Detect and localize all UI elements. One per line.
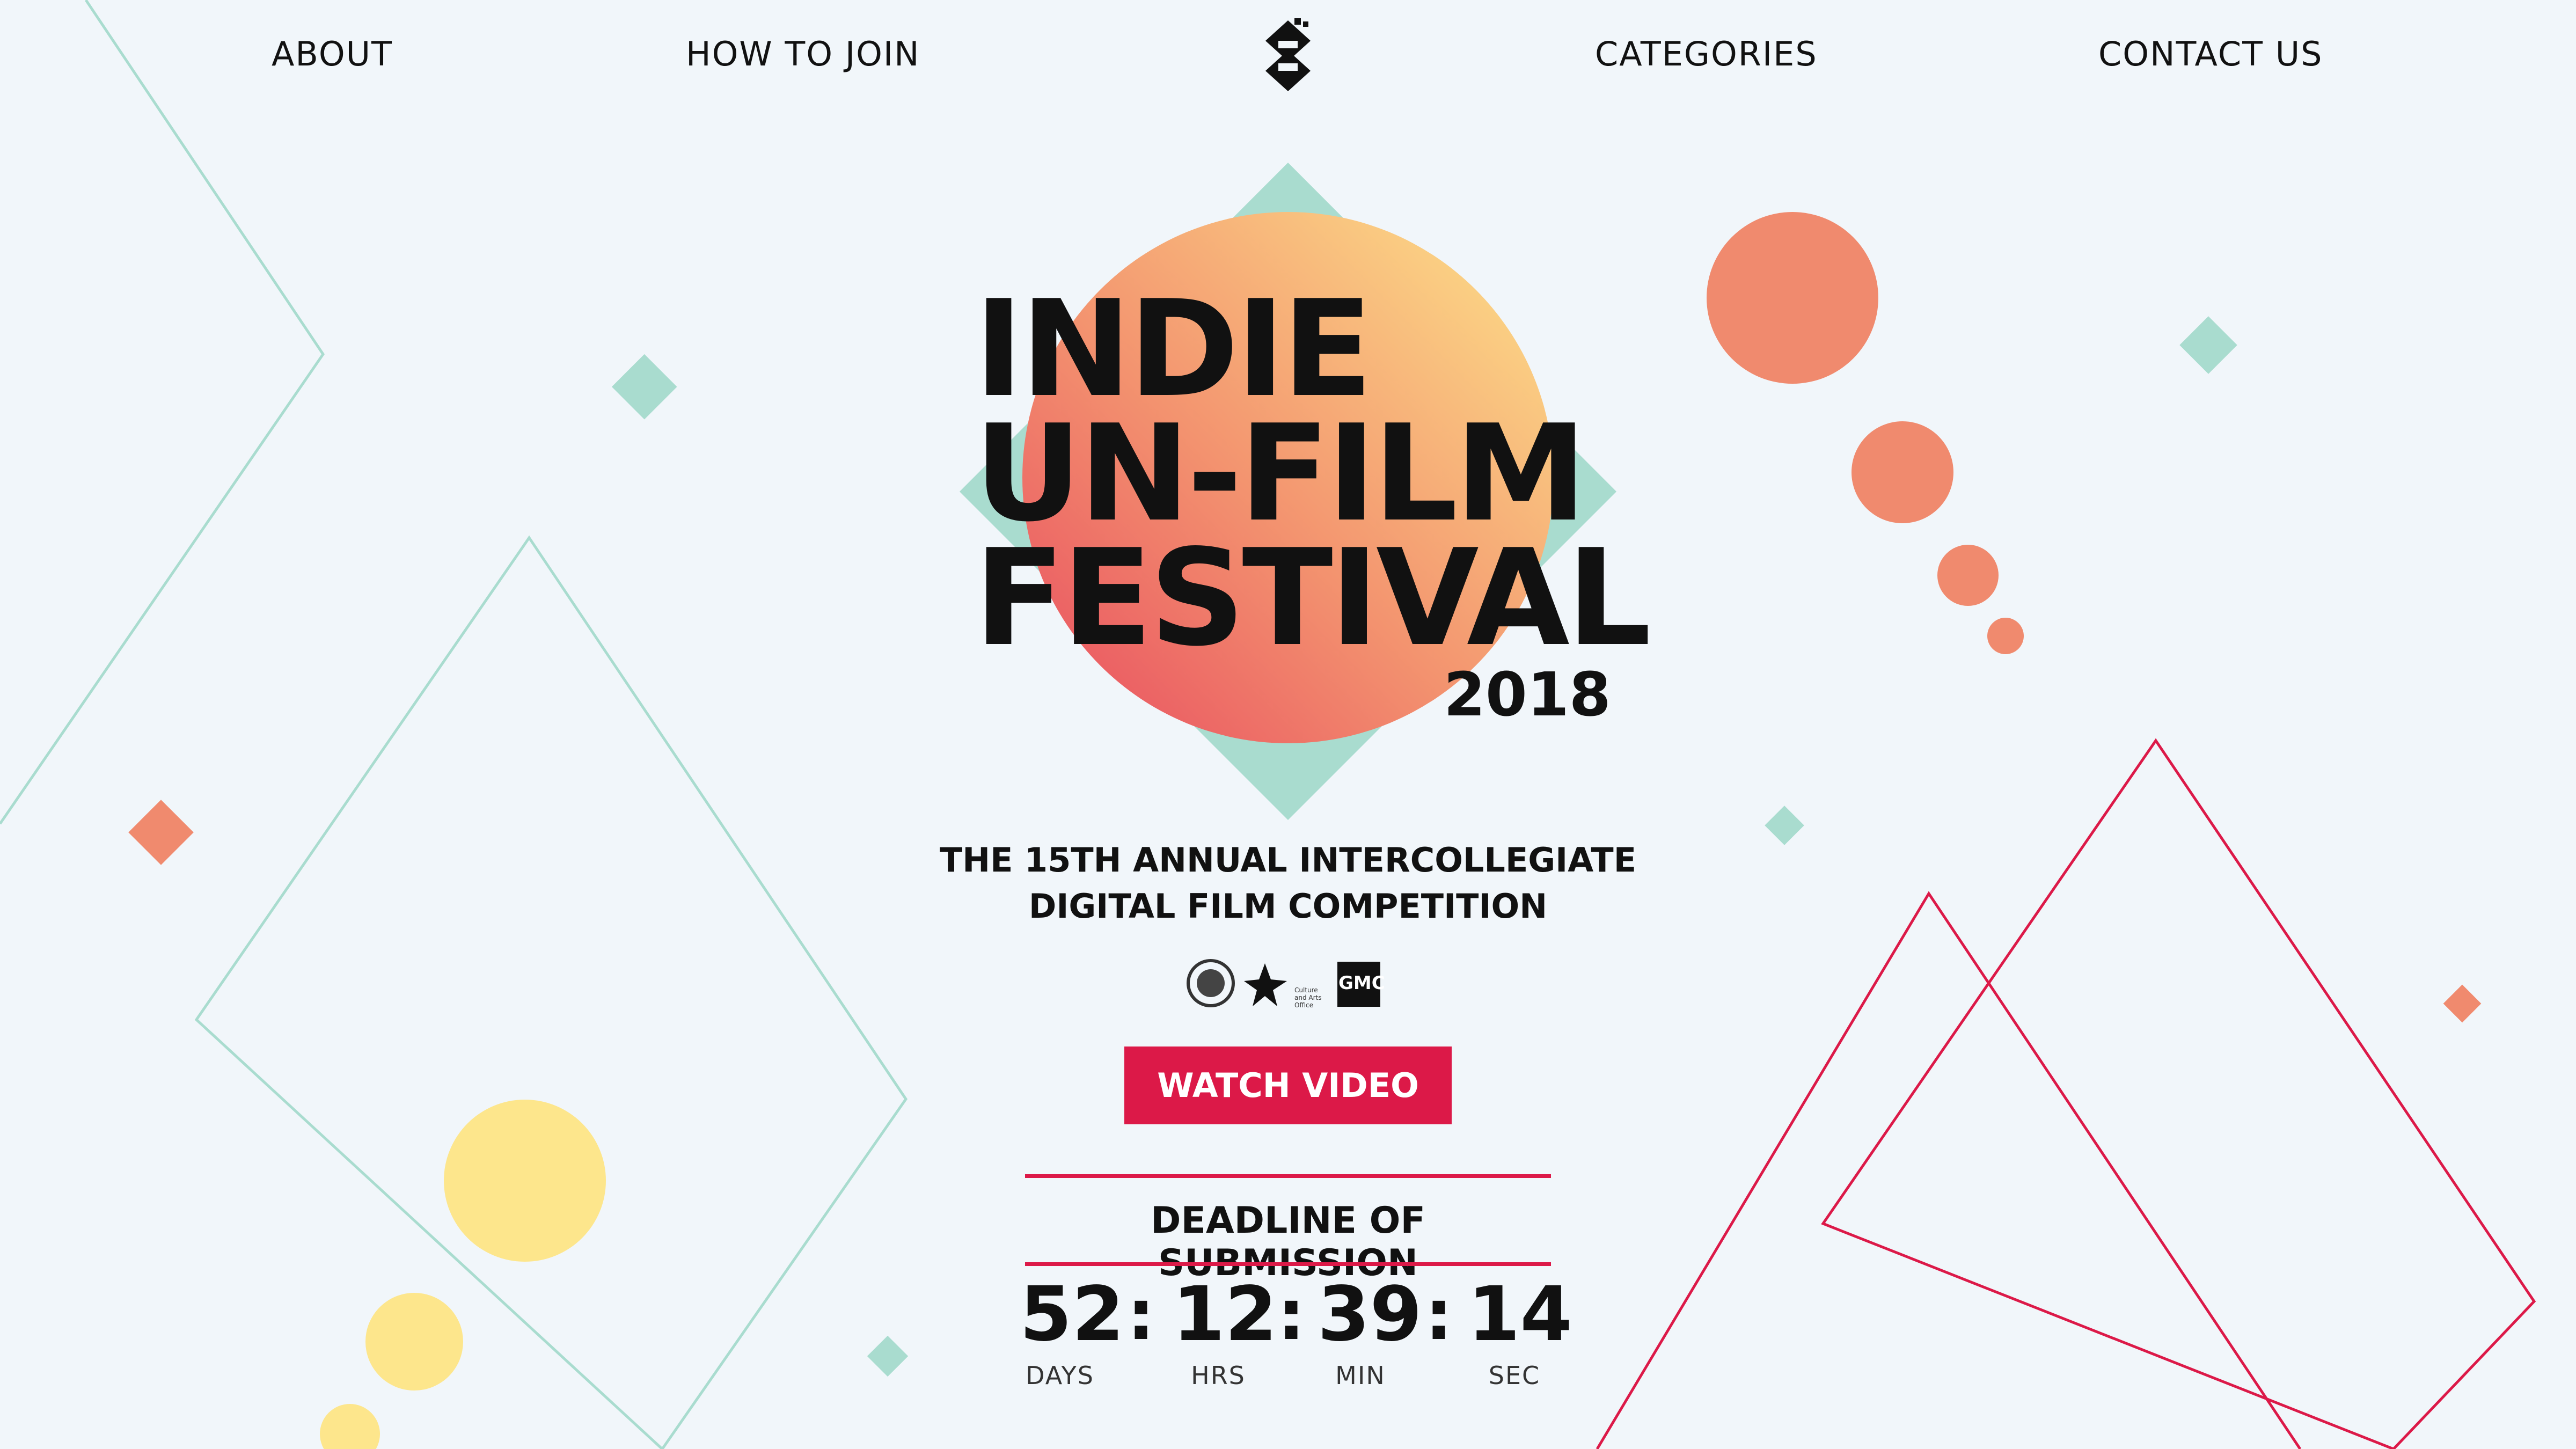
small-diamond-mint-1 [611, 354, 677, 420]
countdown-separator-3: : [1425, 1274, 1453, 1356]
circle-yellow-3 [320, 1404, 380, 1449]
circle-coral-2 [1851, 421, 1953, 523]
outline-diamond-left-top [0, 0, 325, 825]
nav-contact-us[interactable]: CONTACT US [2098, 34, 2323, 74]
small-diamond-coral-1 [128, 800, 194, 865]
small-diamond-mint-3 [1765, 806, 1804, 845]
circle-coral-1 [1707, 212, 1878, 384]
circle-yellow-2 [365, 1293, 463, 1391]
subtitle-line-1: THE 15TH ANNUAL INTERCOLLEGIATE [939, 840, 1637, 880]
countdown-seconds: 14 [1468, 1271, 1572, 1358]
title-line-2: UN-FILM [974, 397, 1587, 551]
deadline-bottom-rule [1025, 1262, 1551, 1266]
countdown-seconds-label: SEC [1488, 1361, 1541, 1390]
outline-diamond-red-2 [1821, 738, 2536, 1449]
countdown-hours: 12 [1173, 1271, 1277, 1358]
nav-about[interactable]: ABOUT [272, 34, 393, 74]
nav-categories[interactable]: CATEGORIES [1595, 34, 1818, 74]
sponsor-gmc-text: GMC [1338, 972, 1385, 994]
subtitle-line-2: DIGITAL FILM COMPETITION [1028, 887, 1548, 926]
deadline-top-rule [1025, 1174, 1551, 1178]
circle-yellow-1 [444, 1100, 606, 1262]
countdown-hours-label: HRS [1191, 1361, 1246, 1390]
title-line-1: INDIE [974, 272, 1373, 427]
circle-coral-3 [1937, 545, 1999, 606]
countdown-days-label: DAYS [1026, 1361, 1094, 1390]
circle-coral-4 [1987, 618, 2024, 654]
title-line-3: FESTIVAL [974, 521, 1651, 676]
sponsor-caption: Culture and Arts Office [1294, 986, 1322, 1009]
countdown-separator-2: : [1277, 1274, 1305, 1356]
small-diamond-mint-4 [867, 1335, 909, 1377]
small-diamond-coral-2 [2443, 984, 2482, 1023]
festival-year: 2018 [1444, 660, 1611, 730]
watch-video-button[interactable]: WATCH VIDEO [1124, 1046, 1452, 1124]
outline-diamond-red-1 [1596, 891, 2302, 1449]
countdown-separator-1: : [1127, 1274, 1155, 1356]
small-diamond-mint-2 [2179, 316, 2237, 374]
outline-diamond-left [194, 535, 908, 1449]
nav-how-to-join[interactable]: HOW TO JOIN [686, 34, 920, 74]
star-icon [1244, 963, 1287, 1006]
countdown-minutes: 39 [1318, 1271, 1422, 1358]
festival-subtitle: THE 15TH ANNUAL INTERCOLLEGIATE DIGITAL … [859, 837, 1717, 930]
home-logo[interactable] [1257, 16, 1319, 96]
festival-title: INDIE UN-FILM FESTIVAL [974, 272, 1651, 676]
film-festival-logo-icon [1265, 18, 1311, 91]
countdown-days: 52 [1020, 1271, 1124, 1358]
countdown-minutes-label: MIN [1335, 1361, 1386, 1390]
